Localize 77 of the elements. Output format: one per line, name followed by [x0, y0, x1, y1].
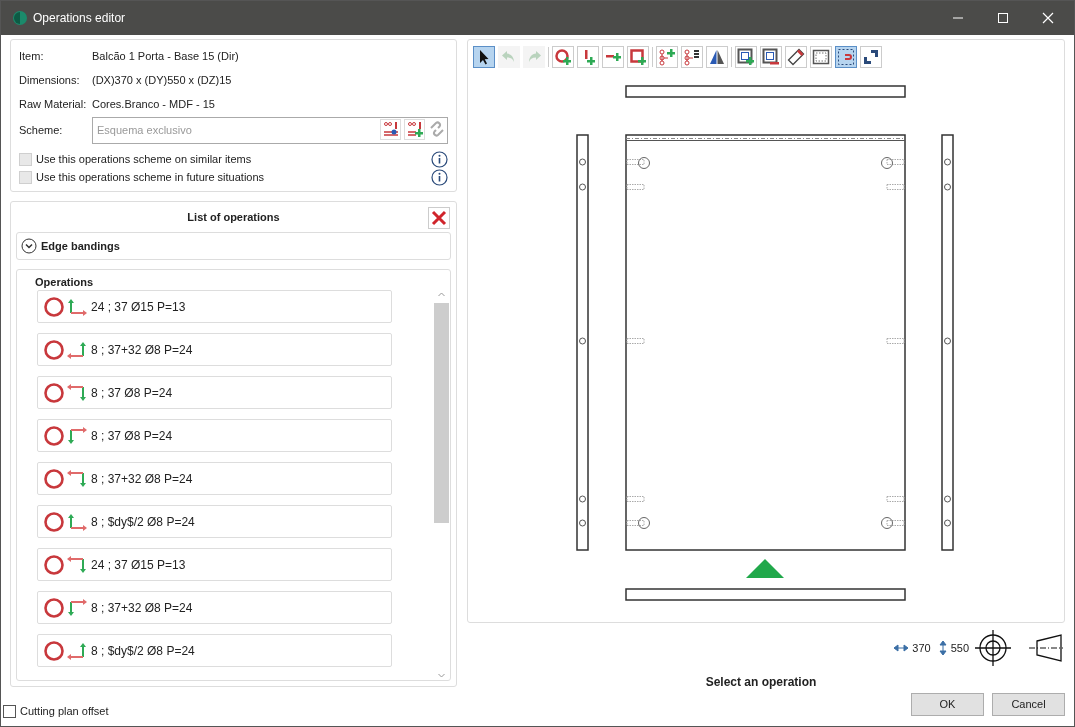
field-value: Balcão 1 Porta - Base 15 (Dir) — [92, 48, 239, 64]
operation-item[interactable]: 24 ; 37 Ø15 P=13 — [37, 548, 392, 581]
checkbox[interactable] — [3, 704, 16, 718]
crosshair-icon[interactable] — [975, 630, 1011, 666]
hole-icon — [43, 510, 65, 533]
list-title: List of operations — [187, 209, 280, 225]
operation-item[interactable]: 8 ; $dy$/2 Ø8 P=24 — [37, 505, 392, 538]
cone-view-icon[interactable] — [1027, 633, 1063, 663]
app-logo-icon — [13, 11, 27, 25]
info-icon[interactable] — [431, 150, 448, 168]
hole-icon — [43, 553, 65, 576]
field-label: Scheme: — [19, 122, 64, 138]
hole-icon — [43, 295, 65, 318]
mirror-icon — [708, 48, 726, 66]
option-label: Cutting plan offset — [20, 703, 109, 719]
expand-icon — [862, 48, 880, 66]
section-title: Operations — [34, 275, 95, 290]
operation-item[interactable]: 8 ; 37 Ø8 P=24 — [37, 419, 392, 452]
info-icon[interactable] — [431, 168, 448, 186]
dotted-frame-icon — [812, 48, 830, 66]
add-hole-group-icon — [658, 48, 676, 66]
option-label: Use this operations scheme on similar items — [36, 151, 253, 167]
close-icon — [431, 210, 447, 226]
width-value: 370 — [912, 640, 931, 656]
scheme-field[interactable]: Esquema exclusivo — [92, 116, 448, 144]
field-label: Item: — [19, 48, 45, 64]
toolbar-button[interactable] — [760, 46, 782, 68]
maximize-icon[interactable] — [997, 12, 1009, 24]
dialog-button[interactable]: OK — [911, 693, 984, 716]
add-frame-icon — [737, 48, 755, 66]
toolbar-button[interactable] — [835, 46, 857, 68]
height-arrow-icon — [938, 641, 947, 655]
field-value: Cores.Branco - MDF - 15 — [92, 96, 215, 112]
scheme-add-icon — [406, 121, 423, 137]
hole-icon — [43, 381, 65, 404]
add-pocket-icon — [629, 48, 647, 66]
status-message: Select an operation — [705, 674, 817, 691]
section-header[interactable]: Edge bandings — [16, 232, 451, 260]
add-hole-icon — [554, 48, 572, 66]
expand-icon — [21, 238, 37, 254]
magnet-icon — [837, 48, 855, 66]
width-arrow-icon — [894, 644, 909, 652]
hole-icon — [43, 424, 65, 447]
ruler-icon — [787, 48, 805, 66]
scheme-load-icon — [382, 121, 399, 137]
toolbar-button[interactable] — [735, 46, 757, 68]
operation-item[interactable]: 8 ; 37+32 Ø8 P=24 — [37, 462, 392, 495]
front-indicator-icon — [746, 559, 784, 578]
field-value: (DX)370 x (DY)550 x (DZ)15 — [92, 72, 232, 88]
operation-item[interactable]: 8 ; 37+32 Ø8 P=24 — [37, 591, 392, 624]
toolbar-button[interactable] — [860, 46, 882, 68]
hole-icon — [43, 338, 65, 361]
field-label: Dimensions: — [19, 72, 81, 88]
operation-item[interactable]: 24 ; 37 Ø15 P=13 — [37, 290, 392, 323]
scroll-thumb[interactable] — [434, 303, 449, 523]
window-title: Operations editor — [33, 10, 126, 27]
delete-button[interactable] — [428, 207, 450, 229]
field-label: Raw Material: — [19, 96, 88, 112]
close-icon[interactable] — [1042, 12, 1054, 24]
hole-icon — [43, 596, 65, 619]
remove-frame-icon — [762, 48, 780, 66]
hole-icon — [43, 467, 65, 490]
option-label: Use this operations scheme in future situations — [36, 169, 266, 185]
toolbar-button[interactable] — [681, 46, 703, 68]
hole-icon — [43, 639, 65, 662]
operation-item[interactable]: 8 ; $dy$/2 Ø8 P=24 — [37, 634, 392, 667]
hole-group-list-icon — [683, 48, 701, 66]
toolbar-button[interactable] — [785, 46, 807, 68]
add-scheme-button[interactable] — [404, 118, 425, 140]
dialog-button[interactable]: Cancel — [992, 693, 1065, 716]
operation-item[interactable]: 8 ; 37+32 Ø8 P=24 — [37, 333, 392, 366]
toolbar-button[interactable] — [706, 46, 728, 68]
operation-item[interactable]: 8 ; 37 Ø8 P=24 — [37, 376, 392, 409]
load-scheme-button[interactable] — [380, 118, 401, 140]
toolbar-button[interactable] — [473, 46, 495, 68]
height-value: 550 — [950, 640, 969, 656]
toolbar-button[interactable] — [810, 46, 832, 68]
